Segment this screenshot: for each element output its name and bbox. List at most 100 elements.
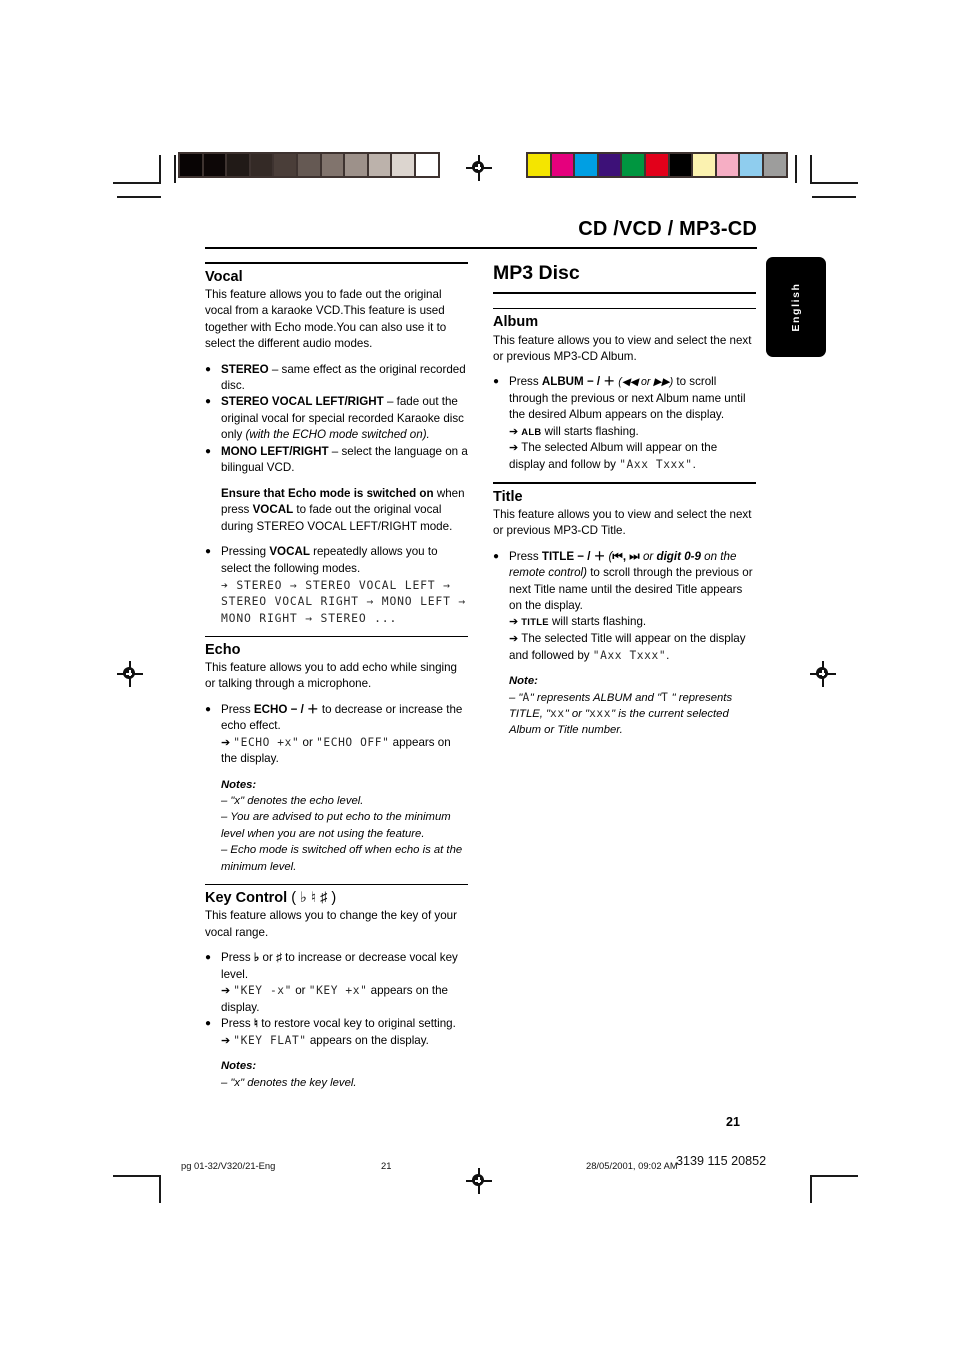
- alb-indicator-label: ALB: [521, 425, 542, 437]
- key-control-intro: This feature allows you to change the ke…: [205, 909, 457, 939]
- registration-target-icon-top: [466, 155, 492, 181]
- crop-mark-bottom-right-v: [810, 1175, 812, 1203]
- vocal-ensure-bold2: VOCAL: [252, 503, 294, 517]
- crop-mark-top-right-h: [810, 182, 858, 184]
- echo-heading: Echo: [205, 641, 241, 658]
- title-rule: [493, 482, 756, 484]
- bullet-icon: ●: [493, 376, 500, 388]
- language-tab-label: English: [790, 282, 802, 332]
- prev-next-track-icon: ⏮, ⏭: [612, 549, 640, 563]
- echo-note-2: – You are advised to put echo to the min…: [221, 811, 451, 840]
- title-result2-line: ➔ The selected Title will appear on the …: [509, 631, 756, 664]
- grayscale-swatch: [297, 154, 320, 176]
- vocal-ensure-bold: Ensure that Echo mode is switched on: [221, 486, 434, 500]
- grayscale-swatch: [203, 154, 226, 176]
- vocal-heading: Vocal: [205, 268, 243, 285]
- color-swatch: [693, 154, 715, 176]
- key-control-press-item: ● Press ♭ or ♯ to increase or decrease v…: [205, 950, 468, 1016]
- echo-press-bold: ECHO: [253, 702, 288, 716]
- title-minus-plus-icon: − / ＋: [574, 549, 609, 563]
- bullet-icon: ●: [493, 550, 500, 562]
- echo-press-a: Press: [221, 702, 254, 716]
- title-press-bold: TITLE: [541, 549, 575, 563]
- color-swatch: [575, 154, 597, 176]
- registration-target-icon-bottom: [466, 1168, 492, 1194]
- album-result2-line: ➔ The selected Album will appear on the …: [509, 440, 756, 473]
- vocal-mode-stereo: ● STEREO – same effect as the original r…: [205, 362, 468, 395]
- vocal-rule: [205, 262, 468, 264]
- crop-mark-top-left-h: [113, 182, 161, 184]
- mp3-note-block: Note: – "A" represents ALBUM and "T " re…: [509, 673, 756, 739]
- vocal-pressing-a: Pressing: [221, 545, 270, 559]
- title-result1-line: ➔ TITLE will starts flashing.: [509, 614, 756, 631]
- echo-minus-plus-icon: − / ＋: [287, 702, 322, 716]
- section-title-mp3: Title This feature allows you to view an…: [493, 482, 756, 738]
- color-swatch: [645, 154, 668, 176]
- bullet-icon: ●: [205, 703, 212, 715]
- arrow-icon: ➔: [509, 425, 522, 438]
- echo-result-line: ➔ "ECHO +x" or "ECHO OFF" appears on the…: [221, 735, 468, 768]
- album-result1-tail: will starts flashing.: [541, 424, 639, 438]
- grayscale-swatch: [321, 154, 344, 176]
- bullet-icon: ●: [205, 363, 212, 375]
- key-press1-a: Press: [221, 951, 254, 965]
- album-rule: [493, 308, 756, 310]
- vocal-pressing-bold: VOCAL: [269, 545, 310, 559]
- album-press-bold: ALBUM: [541, 375, 584, 389]
- section-album: Album This feature allows you to view an…: [493, 308, 756, 473]
- grayscale-swatch: [392, 154, 414, 176]
- color-calibration-bar: [526, 152, 788, 178]
- album-heading: Album: [493, 314, 539, 331]
- arrow-icon: ➔: [509, 633, 522, 646]
- bullet-icon: ●: [205, 396, 212, 408]
- vocal-mode-mono: ● MONO LEFT/RIGHT – select the language …: [205, 444, 468, 477]
- title-indicator-label: TITLE: [521, 616, 549, 628]
- arrow-icon: ➔: [221, 985, 234, 998]
- album-lcd-format: "Axx Txxx": [619, 458, 693, 471]
- key-result1-line: ➔ "KEY -x" or "KEY +x" appears on the di…: [221, 983, 468, 1016]
- registration-target-icon-right: [810, 661, 836, 687]
- page-number: 21: [726, 1115, 740, 1129]
- grayscale-swatch: [227, 154, 249, 176]
- vocal-pressing-item: ● Pressing VOCAL repeatedly allows you t…: [205, 544, 468, 627]
- key-control-heading: Key Control ( ♭ ♮ ♯ ): [205, 889, 468, 907]
- grayscale-swatch: [180, 154, 202, 176]
- page-title: CD /VCD / MP3-CD: [578, 218, 757, 240]
- key-result2-line: ➔ "KEY FLAT" appears on the display.: [221, 1033, 468, 1050]
- header-divider: [205, 247, 757, 250]
- vocal-mode-stereo-vocal-note: (with the ECHO mode switched on).: [245, 428, 430, 442]
- color-swatch: [551, 154, 574, 176]
- key-lcd-minus: "KEY -x": [233, 984, 292, 998]
- echo-note-1: – "x" denotes the echo level.: [221, 795, 364, 808]
- color-swatch: [598, 154, 621, 176]
- crop-mark-top-right-v2: [795, 155, 797, 183]
- key-lcd-flat: "KEY FLAT": [233, 1033, 307, 1047]
- crop-mark-top-left-v2: [174, 155, 176, 183]
- section-key-control: Key Control ( ♭ ♮ ♯ ) This feature allow…: [205, 883, 468, 1091]
- language-tab-english: English: [766, 257, 826, 357]
- echo-press-item: ● Press ECHO − / ＋ to decrease or increa…: [205, 702, 468, 768]
- echo-note-3: – Echo mode is switched off when echo is…: [221, 844, 463, 873]
- bullet-icon: ●: [205, 952, 212, 964]
- crop-mark-top-right-v: [810, 155, 812, 183]
- echo-lcd-on: "ECHO +x": [233, 735, 300, 749]
- mp3-disc-divider: [493, 291, 756, 295]
- key-result2-tail: appears on the display.: [306, 1033, 429, 1047]
- vocal-mode-stereo-vocal-term: STEREO VOCAL LEFT/RIGHT: [221, 395, 384, 409]
- left-column: Vocal This feature allows you to fade ou…: [205, 262, 468, 1091]
- vocal-ensure-paragraph: Ensure that Echo mode is switched on whe…: [221, 486, 468, 535]
- key-result1-mid: or: [291, 984, 309, 998]
- mp3-note-a: – ": [509, 691, 523, 704]
- key-press2-b: to restore vocal key to original setting…: [258, 1017, 456, 1031]
- grayscale-swatch: [368, 154, 391, 176]
- album-press-a: Press: [509, 375, 542, 389]
- bullet-icon: ●: [205, 445, 212, 457]
- mp3-disc-heading: MP3 Disc: [493, 262, 580, 285]
- arrow-icon: ➔: [221, 1034, 234, 1047]
- color-swatch: [528, 154, 550, 176]
- bullet-icon: ●: [205, 546, 212, 558]
- mp3-note-body: – "A" represents ALBUM and "T " represen…: [509, 690, 756, 739]
- key-control-rule: [205, 883, 468, 886]
- vocal-mode-mono-term: MONO LEFT/RIGHT: [221, 444, 329, 458]
- grayscale-swatch: [345, 154, 367, 176]
